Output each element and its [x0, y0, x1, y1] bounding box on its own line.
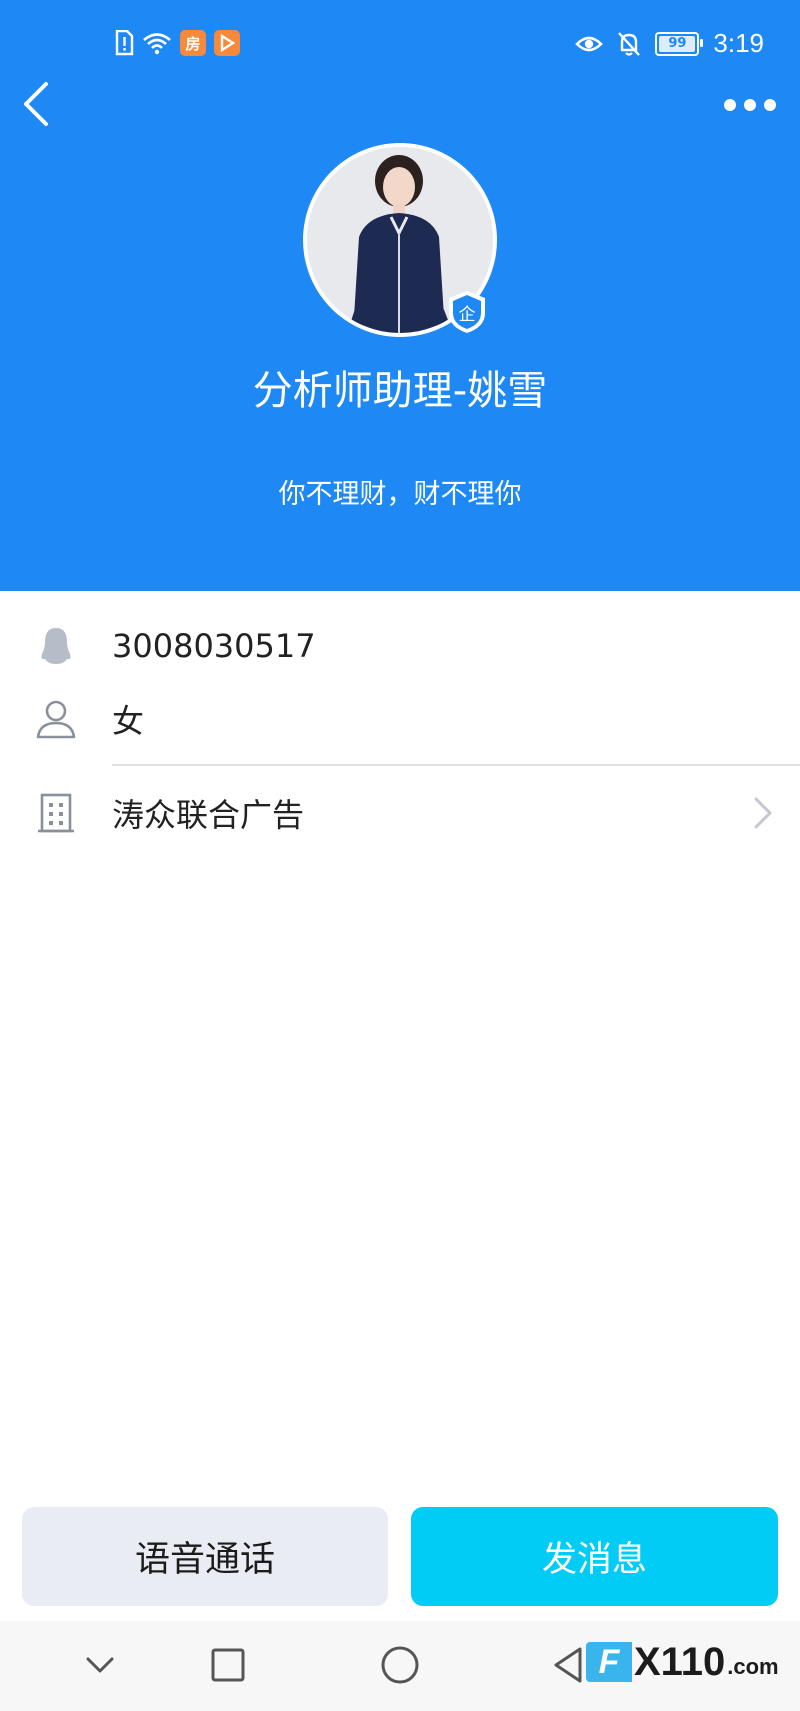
nav-hide-button[interactable]	[76, 1641, 124, 1689]
eye-icon	[575, 36, 604, 51]
enterprise-badge: 企	[445, 289, 489, 335]
enterprise-shield-icon: 企	[449, 291, 485, 333]
send-message-button[interactable]: 发消息	[411, 1507, 778, 1606]
watermark-number: X110	[634, 1639, 726, 1684]
wifi-icon	[143, 33, 171, 55]
circle-icon	[381, 1646, 419, 1684]
section-divider	[112, 764, 800, 766]
gender-row: 女	[0, 693, 800, 745]
sim-alert-icon	[115, 30, 134, 56]
app-notification-icon: 房	[180, 30, 206, 56]
profile-name: 分析师助理-姚雪	[252, 368, 548, 414]
watermark-logo: F X110 .com	[586, 1640, 779, 1684]
user-icon	[36, 700, 76, 739]
qq-number-row: 3008030517	[0, 620, 800, 672]
back-button[interactable]	[14, 74, 58, 134]
building-icon	[38, 793, 74, 833]
battery-level: 99	[668, 36, 687, 51]
qq-number: 3008030517	[112, 627, 316, 665]
company-row[interactable]: 涛众联合广告	[0, 786, 800, 840]
chevron-right-icon	[754, 797, 772, 829]
nav-home-button[interactable]	[376, 1641, 424, 1689]
video-app-icon	[214, 30, 240, 56]
profile-signature: 你不理财，财不理你	[278, 479, 522, 510]
avatar-container[interactable]: 企	[303, 143, 497, 337]
profile-header: 房 99 3:19 企 分析师助理-姚雪 你不理财，财不理你	[0, 0, 800, 591]
company-name: 涛众联合广告	[112, 796, 305, 834]
watermark-domain: .com	[727, 1654, 779, 1679]
more-dots-icon	[724, 99, 776, 111]
chevron-down-icon	[86, 1657, 114, 1673]
mute-bell-icon	[618, 31, 641, 56]
voice-call-button[interactable]: 语音通话	[22, 1507, 388, 1606]
nav-recents-button[interactable]	[204, 1641, 252, 1689]
chevron-left-icon	[24, 82, 48, 126]
penguin-icon	[41, 628, 71, 664]
svg-text:企: 企	[459, 305, 476, 325]
more-options-button[interactable]	[720, 90, 780, 120]
battery-icon: 99	[655, 31, 704, 56]
watermark-mark: F	[586, 1642, 632, 1682]
square-icon	[211, 1648, 245, 1682]
gender: 女	[112, 702, 145, 740]
app-badge-text: 房	[185, 34, 201, 53]
status-time: 3:19	[713, 28, 764, 58]
status-bar: 房 99 3:19	[0, 22, 800, 70]
